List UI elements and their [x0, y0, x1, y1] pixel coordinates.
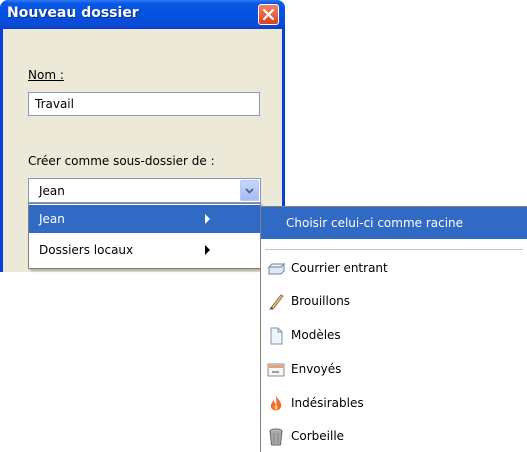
chevron-down-icon	[245, 187, 254, 194]
submenu-item-label: Corbeille	[291, 429, 345, 443]
junk-icon	[270, 396, 282, 411]
name-label-text: Nom :	[28, 68, 64, 82]
submenu-item-label: Courrier entrant	[291, 261, 388, 275]
drafts-icon	[268, 294, 284, 310]
menu-item-label: Dossiers locaux	[39, 243, 134, 257]
trash-icon	[269, 428, 283, 446]
submenu-arrow-icon	[205, 214, 210, 224]
close-icon	[263, 9, 274, 20]
close-button[interactable]	[258, 4, 279, 25]
dialog-title: Nouveau dossier	[7, 5, 139, 21]
title-bar[interactable]: Nouveau dossier	[0, 0, 285, 29]
menu-item-label: Jean	[39, 212, 65, 226]
menu-item-jean[interactable]: Jean	[29, 205, 260, 233]
submenu-item-sent[interactable]: Envoyés	[261, 356, 527, 384]
choose-as-root-item[interactable]: Choisir celui-ci comme racine	[261, 207, 527, 239]
name-label: Nom :	[28, 68, 64, 82]
submenu-item-trash[interactable]: Corbeille	[261, 423, 527, 451]
submenu-arrow-icon	[205, 245, 210, 255]
submenu-item-junk[interactable]: Indésirables	[261, 390, 527, 418]
parent-folder-select[interactable]: Jean	[28, 178, 261, 203]
submenu-item-drafts[interactable]: Brouillons	[261, 288, 527, 316]
parent-folder-value: Jean	[39, 184, 65, 198]
name-field[interactable]: Travail	[28, 92, 260, 116]
submenu-item-label: Brouillons	[291, 294, 351, 308]
choose-as-root-label: Choisir celui-ci comme racine	[286, 216, 464, 230]
sent-icon	[267, 363, 285, 377]
submenu-item-label: Modèles	[291, 328, 341, 342]
folder-submenu: Choisir celui-ci comme racine Courrier e…	[260, 206, 527, 452]
templates-icon	[270, 327, 283, 345]
submenu-item-label: Envoyés	[291, 362, 342, 376]
name-field-value: Travail	[35, 97, 74, 111]
menu-separator	[265, 249, 523, 250]
dropdown-button[interactable]	[240, 180, 259, 201]
menu-item-local-folders[interactable]: Dossiers locaux	[29, 236, 260, 264]
account-menu: Jean Dossiers locaux	[28, 203, 261, 269]
submenu-item-label: Indésirables	[291, 396, 364, 410]
inbox-icon	[267, 262, 286, 275]
submenu-item-templates[interactable]: Modèles	[261, 322, 527, 350]
submenu-item-inbox[interactable]: Courrier entrant	[261, 255, 527, 283]
parent-folder-label: Créer comme sous-dossier de :	[28, 154, 215, 168]
